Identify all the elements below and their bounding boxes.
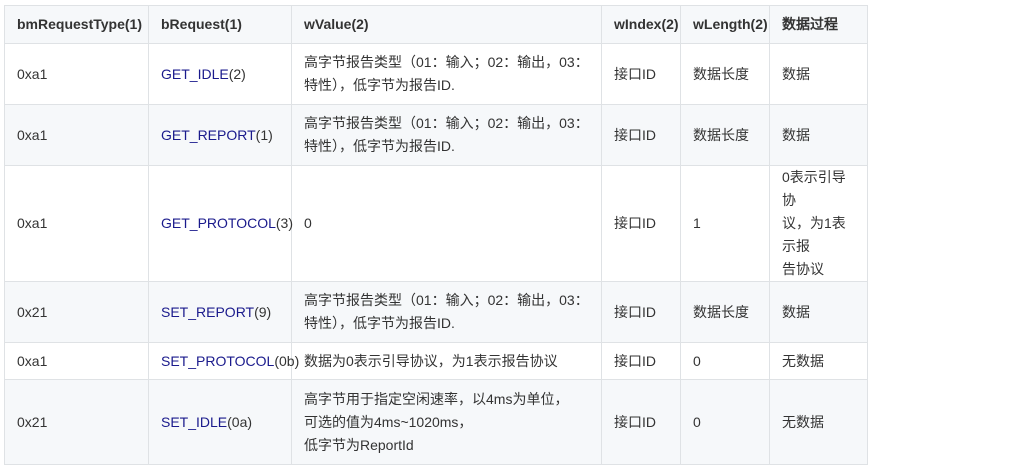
usb-hid-request-table: bmRequestType(1) bRequest(1) wValue(2) w… xyxy=(4,5,1031,465)
cell-data-stage: 0表示引导协 议，为1表示报告协议 xyxy=(769,165,868,282)
cell-wvalue: 0 xyxy=(291,165,602,282)
cell-bmrequesttype: 0x21 xyxy=(4,281,149,343)
table-row: 0xa1 GET_PROTOCOL(3) 0 接口ID 1 0表示引导协 议，为1… xyxy=(4,165,1031,282)
cell-wlength: 数据长度 xyxy=(680,104,770,166)
cell-brequest: SET_PROTOCOL(0b) xyxy=(148,342,299,380)
table-row: 0xa1 SET_PROTOCOL(0b) 数据为0表示引导协议，为1表示报告协… xyxy=(4,342,1031,380)
cell-wlength: 数据长度 xyxy=(680,43,770,105)
wvalue-line: 特性），低字节为报告ID. xyxy=(304,138,455,154)
cell-brequest: GET_IDLE(2) xyxy=(148,43,292,105)
request-name: SET_PROTOCOL xyxy=(161,352,275,369)
request-code: (2) xyxy=(228,65,246,82)
cell-brequest: GET_REPORT(1) xyxy=(148,104,292,166)
header-bmrequesttype: bmRequestType(1) xyxy=(4,5,149,44)
wvalue-line: 高字节报告类型（01：输入；02：输出，03： xyxy=(304,115,589,131)
cell-data-stage: 数据 xyxy=(769,43,868,105)
cell-wlength: 1 xyxy=(680,165,770,282)
cell-wvalue: 高字节报告类型（01：输入；02：输出，03： 特性），低字节为报告ID. xyxy=(291,43,602,105)
cell-brequest: SET_REPORT(9) xyxy=(148,281,292,343)
wvalue-line: 可选的值为4ms~1020ms， xyxy=(304,413,473,430)
cell-bmrequesttype: 0xa1 xyxy=(4,43,149,105)
data-stage-line: 告协议 xyxy=(782,261,824,277)
request-code: (0b) xyxy=(274,352,300,369)
cell-data-stage: 无数据 xyxy=(769,379,868,465)
request-code: (0a) xyxy=(227,413,253,430)
table-row: 0xa1 GET_REPORT(1) 高字节报告类型（01：输入；02：输出，0… xyxy=(4,104,1031,166)
cell-bmrequesttype: 0x21 xyxy=(4,379,149,465)
cell-wlength: 0 xyxy=(680,342,770,380)
header-wlength: wLength(2) xyxy=(680,5,770,44)
table-row: 0xa1 GET_IDLE(2) 高字节报告类型（01：输入；02：输出，03：… xyxy=(4,43,1031,105)
cell-wlength: 0 xyxy=(680,379,770,465)
data-stage-line: 数据 xyxy=(782,126,810,143)
wvalue-line: 0 xyxy=(304,215,312,231)
cell-bmrequesttype: 0xa1 xyxy=(4,342,149,380)
cell-windex: 接口ID xyxy=(601,104,681,166)
header-data-stage: 数据过程 xyxy=(769,5,868,44)
data-stage-line: 数据 xyxy=(782,303,810,320)
table-row: 0x21 SET_IDLE(0a) 高字节用于指定空闲速率，以4ms为单位， 可选… xyxy=(4,379,1031,465)
request-name: SET_REPORT xyxy=(161,303,255,320)
header-windex: wIndex(2) xyxy=(601,5,681,44)
request-name: SET_IDLE xyxy=(161,413,228,430)
cell-wvalue: 高字节用于指定空闲速率，以4ms为单位， 可选的值为4ms~1020ms， 低字节为… xyxy=(291,379,602,465)
request-name: GET_REPORT xyxy=(161,126,256,143)
request-code: (3) xyxy=(275,215,294,231)
cell-bmrequesttype: 0xa1 xyxy=(4,104,149,166)
wvalue-line: 高字节报告类型（01：输入；02：输出，03： xyxy=(304,292,589,308)
request-code: (1) xyxy=(255,126,273,143)
cell-wlength: 数据长度 xyxy=(680,281,770,343)
wvalue-line: 特性），低字节为报告ID. xyxy=(304,315,455,331)
cell-windex: 接口ID xyxy=(601,43,681,105)
wvalue-line: 特性），低字节为报告ID. xyxy=(304,77,455,93)
cell-brequest: GET_PROTOCOL(3) xyxy=(148,165,294,282)
cell-data-stage: 无数据 xyxy=(769,342,868,380)
wvalue-line: 数据为0表示引导协议，为1表示报告协议 xyxy=(304,352,558,369)
cell-windex: 接口ID xyxy=(601,281,681,343)
wvalue-line: 高字节报告类型（01：输入；02：输出，03： xyxy=(304,54,589,70)
cell-windex: 接口ID xyxy=(601,165,681,282)
cell-windex: 接口ID xyxy=(601,379,681,465)
data-stage-line: 无数据 xyxy=(782,413,824,430)
cell-windex: 接口ID xyxy=(601,342,681,380)
data-stage-line: 无数据 xyxy=(782,352,824,369)
wvalue-line: 高字节用于指定空闲速率，以4ms为单位， xyxy=(304,390,569,407)
cell-brequest: SET_IDLE(0a) xyxy=(148,379,292,465)
data-stage-line: 0表示引导协 xyxy=(782,169,846,208)
cell-data-stage: 数据 xyxy=(769,281,868,343)
header-brequest: bRequest(1) xyxy=(148,5,292,44)
header-wvalue: wValue(2) xyxy=(291,5,602,44)
data-stage-line: 议，为1表示报 xyxy=(782,215,846,254)
cell-wvalue: 高字节报告类型（01：输入；02：输出，03： 特性），低字节为报告ID. xyxy=(291,281,602,343)
cell-wvalue: 高字节报告类型（01：输入；02：输出，03： 特性），低字节为报告ID. xyxy=(291,104,602,166)
cell-data-stage: 数据 xyxy=(769,104,868,166)
table-row: 0x21 SET_REPORT(9) 高字节报告类型（01：输入；02：输出，0… xyxy=(4,281,1031,343)
table-header-row: bmRequestType(1) bRequest(1) wValue(2) w… xyxy=(4,5,1031,44)
data-stage-line: 数据 xyxy=(782,65,810,82)
cell-bmrequesttype: 0xa1 xyxy=(4,165,149,282)
cell-wvalue: 数据为0表示引导协议，为1表示报告协议 xyxy=(291,342,602,380)
request-code: (9) xyxy=(254,303,272,320)
request-name: GET_IDLE xyxy=(161,65,229,82)
request-name: GET_PROTOCOL xyxy=(161,215,276,231)
